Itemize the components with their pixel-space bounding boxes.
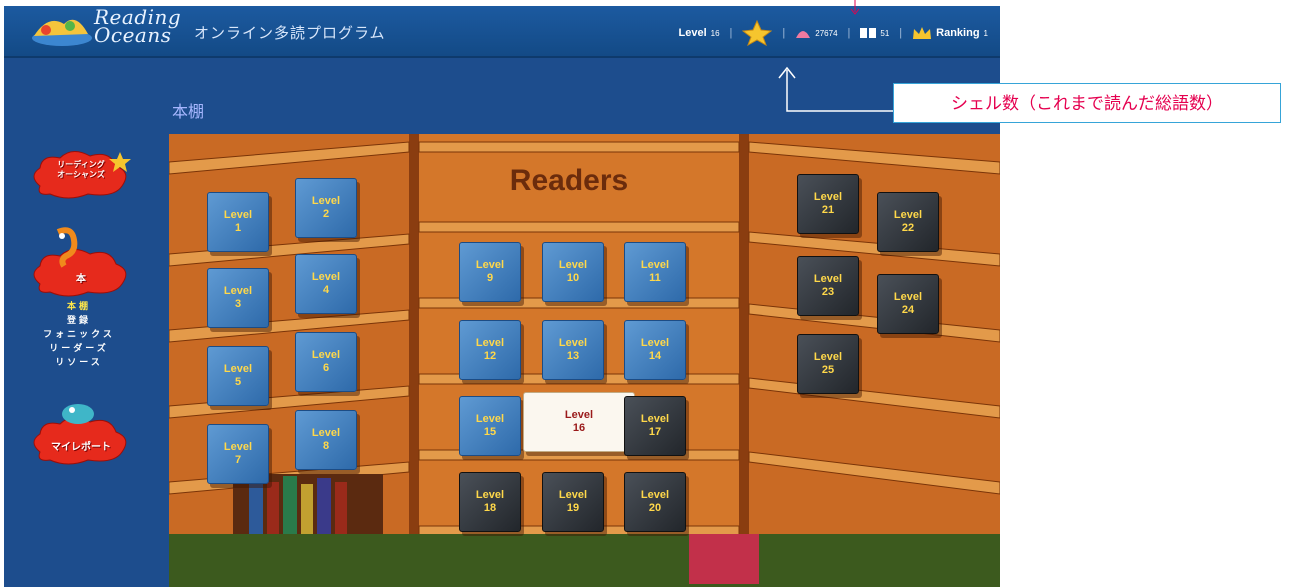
submenu-readers[interactable]: リーダーズ (4, 342, 154, 356)
book-level-22[interactable]: Level 22 (877, 192, 939, 252)
book-level-6[interactable]: Level 6 (295, 332, 357, 392)
crown-icon (913, 27, 932, 39)
reading-oceans-label: リーディング オーシャンズ (57, 160, 105, 179)
book-level-13[interactable]: Level 13 (542, 320, 604, 380)
book-level-4[interactable]: Level 4 (295, 254, 357, 314)
books-label: 本 (76, 274, 86, 285)
book-icon (860, 28, 877, 38)
submenu-register[interactable]: 登録 (4, 314, 154, 328)
books-button[interactable]: 本 (28, 226, 134, 300)
sidebar: リーディング オーシャンズ 本 本棚 登録 フォニックス リーダーズ リソース … (4, 58, 154, 587)
book-level-25[interactable]: Level 25 (797, 334, 859, 394)
book-level-23[interactable]: Level 23 (797, 256, 859, 316)
level-indicator: Level 16 (678, 27, 720, 39)
bookshelf: Readers Level 1 Level 2 Level 3 Level 4 Leve… (169, 134, 1000, 587)
books-submenu: 本棚 登録 フォニックス リーダーズ リソース (4, 300, 154, 370)
book-level-8[interactable]: Level 8 (295, 410, 357, 470)
fish-cloud-icon (33, 404, 127, 465)
reading-oceans-button[interactable]: リーディング オーシャンズ (28, 146, 134, 202)
book-level-12[interactable]: Level 12 (459, 320, 521, 380)
logo[interactable]: Reading Oceans (28, 6, 188, 52)
my-report-button[interactable]: マイレポート (28, 398, 134, 468)
starfish-icon[interactable] (742, 20, 773, 46)
submenu-bookshelf[interactable]: 本棚 (4, 300, 154, 314)
book-level-3[interactable]: Level 3 (207, 268, 269, 328)
seahorse-cloud-icon (33, 227, 127, 297)
book-level-17[interactable]: Level 17 (624, 396, 686, 456)
book-level-14[interactable]: Level 14 (624, 320, 686, 380)
book-level-10[interactable]: Level 10 (542, 242, 604, 302)
header-bar: Reading Oceans オンライン多読プログラム Level 16 | |… (4, 6, 1000, 58)
book-count[interactable]: 51 (860, 27, 889, 39)
logo-text: Reading Oceans (94, 6, 182, 47)
book-level-21[interactable]: Level 21 (797, 174, 859, 234)
book-level-1[interactable]: Level 1 (207, 192, 269, 252)
book-level-5[interactable]: Level 5 (207, 346, 269, 406)
page-title: 本棚 (172, 102, 205, 121)
book-level-19[interactable]: Level 19 (542, 472, 604, 532)
shell-count[interactable]: 27674 (795, 27, 838, 39)
book-level-20[interactable]: Level 20 (624, 472, 686, 532)
book-level-11[interactable]: Level 11 (624, 242, 686, 302)
ranking[interactable]: Ranking 1 (912, 26, 988, 40)
status-bar: Level 16 | | 27674 | 51 | Ranking 1 (678, 20, 988, 46)
shell-count-callout: シェル数（これまで読んだ総語数） (893, 83, 1281, 123)
submenu-phonics[interactable]: フォニックス (4, 328, 154, 342)
submenu-resources[interactable]: リソース (4, 356, 154, 370)
book-level-18[interactable]: Level 18 (459, 472, 521, 532)
book-level-15[interactable]: Level 15 (459, 396, 521, 456)
book-level-16-current[interactable]: Level 16 (523, 392, 635, 452)
book-level-7[interactable]: Level 7 (207, 424, 269, 484)
my-report-label: マイレポート (51, 442, 111, 453)
readers-heading: Readers (509, 164, 629, 197)
app-subtitle: オンライン多読プログラム (194, 24, 386, 42)
book-level-9[interactable]: Level 9 (459, 242, 521, 302)
app-window: Reading Oceans オンライン多読プログラム Level 16 | |… (4, 6, 1000, 587)
logo-island-icon (32, 19, 92, 46)
book-level-24[interactable]: Level 24 (877, 274, 939, 334)
book-level-2[interactable]: Level 2 (295, 178, 357, 238)
shell-icon (796, 31, 811, 38)
